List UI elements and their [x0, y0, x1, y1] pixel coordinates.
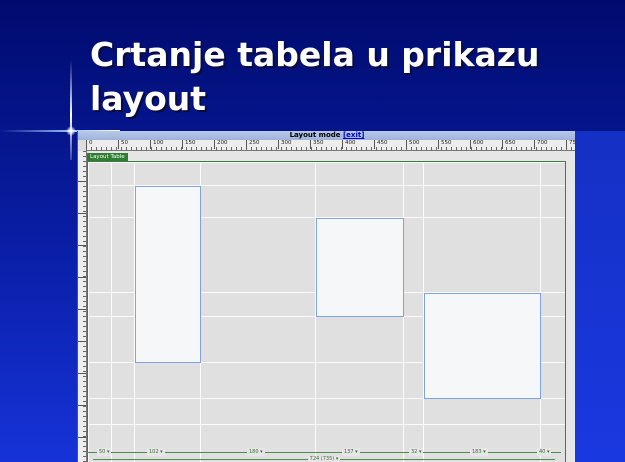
ruler-label: 350: [310, 140, 324, 149]
ruler-label: 200: [214, 140, 228, 149]
ruler-label: 300: [278, 140, 292, 149]
ruler-label: 150: [182, 140, 196, 149]
layout-cell[interactable]: [424, 293, 541, 399]
layout-mode-screenshot: Layout mode [exit] 0 50 100 150 200 250 …: [77, 131, 576, 462]
ruler-label: 650: [502, 140, 516, 149]
document-canvas[interactable]: Layout Table: [87, 151, 576, 462]
grid-line: [88, 424, 565, 425]
ruler-label: 600: [470, 140, 484, 149]
vertical-ruler: [78, 151, 87, 462]
ruler-tick: [78, 309, 86, 310]
ruler-label: 0: [86, 140, 93, 149]
ruler-label: 250: [246, 140, 260, 149]
grid-line: [111, 162, 112, 462]
layout-mode-label: Layout mode: [289, 131, 341, 139]
column-width-label[interactable]: 180 ▾: [247, 448, 265, 456]
column-width-label[interactable]: 102 ▾: [147, 448, 165, 456]
ruler-label: 700: [534, 140, 548, 149]
ruler-label: 550: [438, 140, 452, 149]
ruler-tick: [78, 405, 86, 406]
ruler-tick: [78, 373, 86, 374]
exit-layout-link[interactable]: [exit]: [343, 131, 364, 139]
decorative-line-vertical: [70, 60, 72, 160]
ruler-label: 100: [150, 140, 164, 149]
ruler-tick: [78, 245, 86, 246]
ruler-label: 50: [118, 140, 128, 149]
ruler-tick: [78, 181, 86, 182]
ruler-tick: [78, 277, 86, 278]
layout-table[interactable]: [87, 161, 566, 462]
ruler-label: 400: [342, 140, 356, 149]
column-width-label[interactable]: 32 ▾: [409, 448, 424, 456]
layout-cell[interactable]: [135, 186, 201, 363]
ruler-tick: [78, 437, 86, 438]
column-width-label[interactable]: 40 ▾: [537, 448, 552, 456]
ruler-tick: [78, 341, 86, 342]
total-width-label[interactable]: 724 (735) ▾: [307, 456, 341, 462]
total-width-row: 724 (735) ▾: [87, 456, 561, 462]
column-width-label[interactable]: 183 ▾: [470, 448, 488, 456]
layout-mode-bar: Layout mode [exit]: [78, 131, 576, 140]
ruler-tick: [78, 213, 86, 214]
slide-title: Crtanje tabela u prikazu layout: [90, 35, 540, 118]
column-width-label[interactable]: 137 ▾: [342, 448, 360, 456]
column-width-label[interactable]: 50 ▾: [97, 448, 112, 456]
horizontal-ruler: 0 50 100 150 200 250 300 350 400 450 500…: [86, 140, 576, 151]
decorative-glow: [66, 126, 76, 136]
ruler-label: 450: [374, 140, 388, 149]
layout-cell[interactable]: [316, 218, 404, 317]
slide-background-strip: [575, 131, 625, 462]
ruler-label: 500: [406, 140, 420, 149]
column-width-row: 50 ▾ 102 ▾ 180 ▾ 137 ▾ 32 ▾ 183 ▾ 40 ▾: [87, 448, 561, 456]
layout-table-tab[interactable]: Layout Table: [87, 153, 128, 161]
